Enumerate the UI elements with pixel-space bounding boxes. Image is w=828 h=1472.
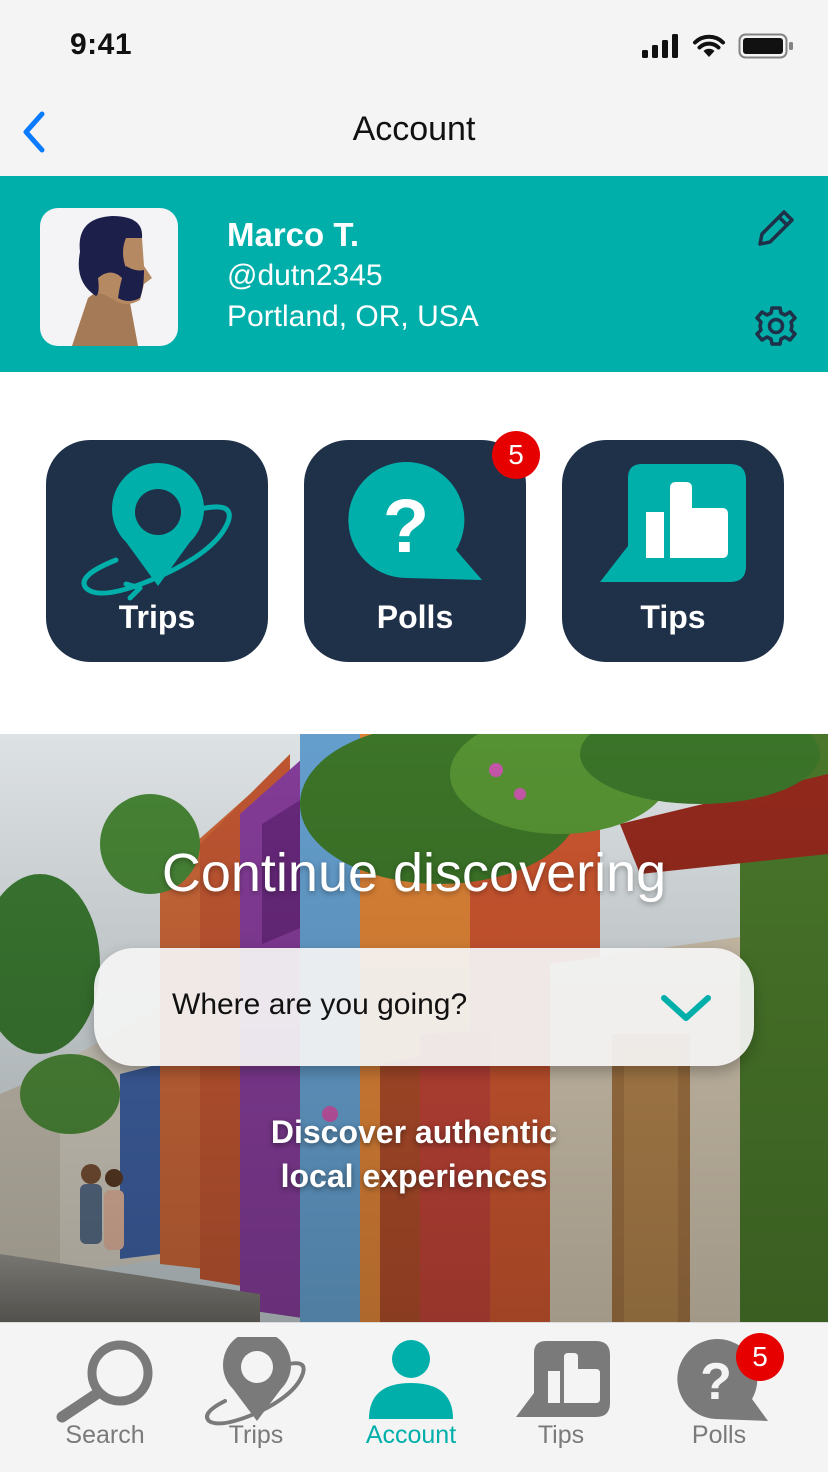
thumbs-up-bubble-icon xyxy=(600,464,746,582)
settings-button[interactable] xyxy=(752,302,800,350)
profile-handle: @dutn2345 xyxy=(227,259,383,292)
trips-tile-label: Trips xyxy=(118,599,196,635)
tab-search[interactable]: Search xyxy=(30,1323,180,1472)
polls-tile[interactable]: ? Polls xyxy=(304,440,526,662)
avatar-illustration xyxy=(72,216,152,346)
tab-bar: Search Trips Account Tips ? Polls 5 xyxy=(0,1322,828,1472)
tab-account-label: Account xyxy=(365,1421,457,1449)
discover-hero: Continue discovering Where are you going… xyxy=(0,734,828,1322)
tips-tile-label: Tips xyxy=(640,599,706,635)
battery-icon xyxy=(738,33,793,59)
tab-trips[interactable]: Trips xyxy=(181,1323,331,1472)
status-bar: 9:41 xyxy=(0,0,828,88)
status-time: 9:41 xyxy=(70,28,133,61)
avatar[interactable] xyxy=(40,208,178,346)
gear-icon xyxy=(755,306,797,346)
hero-subtitle-line1: Discover authentic xyxy=(270,1114,558,1150)
wifi-icon xyxy=(693,34,725,57)
destination-placeholder: Where are you going? xyxy=(172,988,468,1021)
profile-name: Marco T. xyxy=(227,216,360,253)
planet-pin-icon xyxy=(205,1337,306,1426)
tab-account[interactable]: Account xyxy=(336,1323,486,1472)
cellular-signal-icon xyxy=(642,34,678,58)
chevron-down-icon xyxy=(661,995,711,1021)
question-bubble-icon: ? xyxy=(348,462,482,580)
svg-text:?: ? xyxy=(700,1353,732,1411)
tab-tips-label: Tips xyxy=(537,1421,585,1449)
status-icons xyxy=(642,32,794,60)
profile-header: Marco T. @dutn2345 Portland, OR, USA xyxy=(0,176,828,372)
tips-tile[interactable]: Tips xyxy=(562,440,784,662)
page-title: Account xyxy=(352,110,476,148)
polls-tile-label: Polls xyxy=(376,599,454,635)
search-icon xyxy=(56,1340,153,1423)
tab-trips-label: Trips xyxy=(228,1421,284,1449)
destination-select[interactable]: Where are you going? xyxy=(94,948,754,1066)
tab-tips[interactable]: Tips xyxy=(486,1323,636,1472)
tab-search-label: Search xyxy=(65,1421,145,1449)
tab-polls-label: Polls xyxy=(691,1421,747,1449)
trips-tile[interactable]: Trips xyxy=(46,440,268,662)
profile-location: Portland, OR, USA xyxy=(227,300,479,333)
person-icon xyxy=(369,1340,453,1419)
hero-subtitle-line2: local experiences xyxy=(280,1158,548,1194)
svg-text:?: ? xyxy=(383,484,429,569)
hero-subtitle: Discover authentic local experiences xyxy=(0,1110,828,1198)
polls-badge: 5 xyxy=(492,431,540,479)
planet-pin-icon xyxy=(81,462,232,601)
tab-polls-badge: 5 xyxy=(736,1333,784,1381)
edit-profile-button[interactable] xyxy=(752,204,800,252)
hero-title: Continue discovering xyxy=(161,843,667,903)
navigation-bar: Account xyxy=(0,88,828,176)
thumbs-up-bubble-icon xyxy=(516,1341,610,1417)
pencil-icon xyxy=(758,210,794,246)
